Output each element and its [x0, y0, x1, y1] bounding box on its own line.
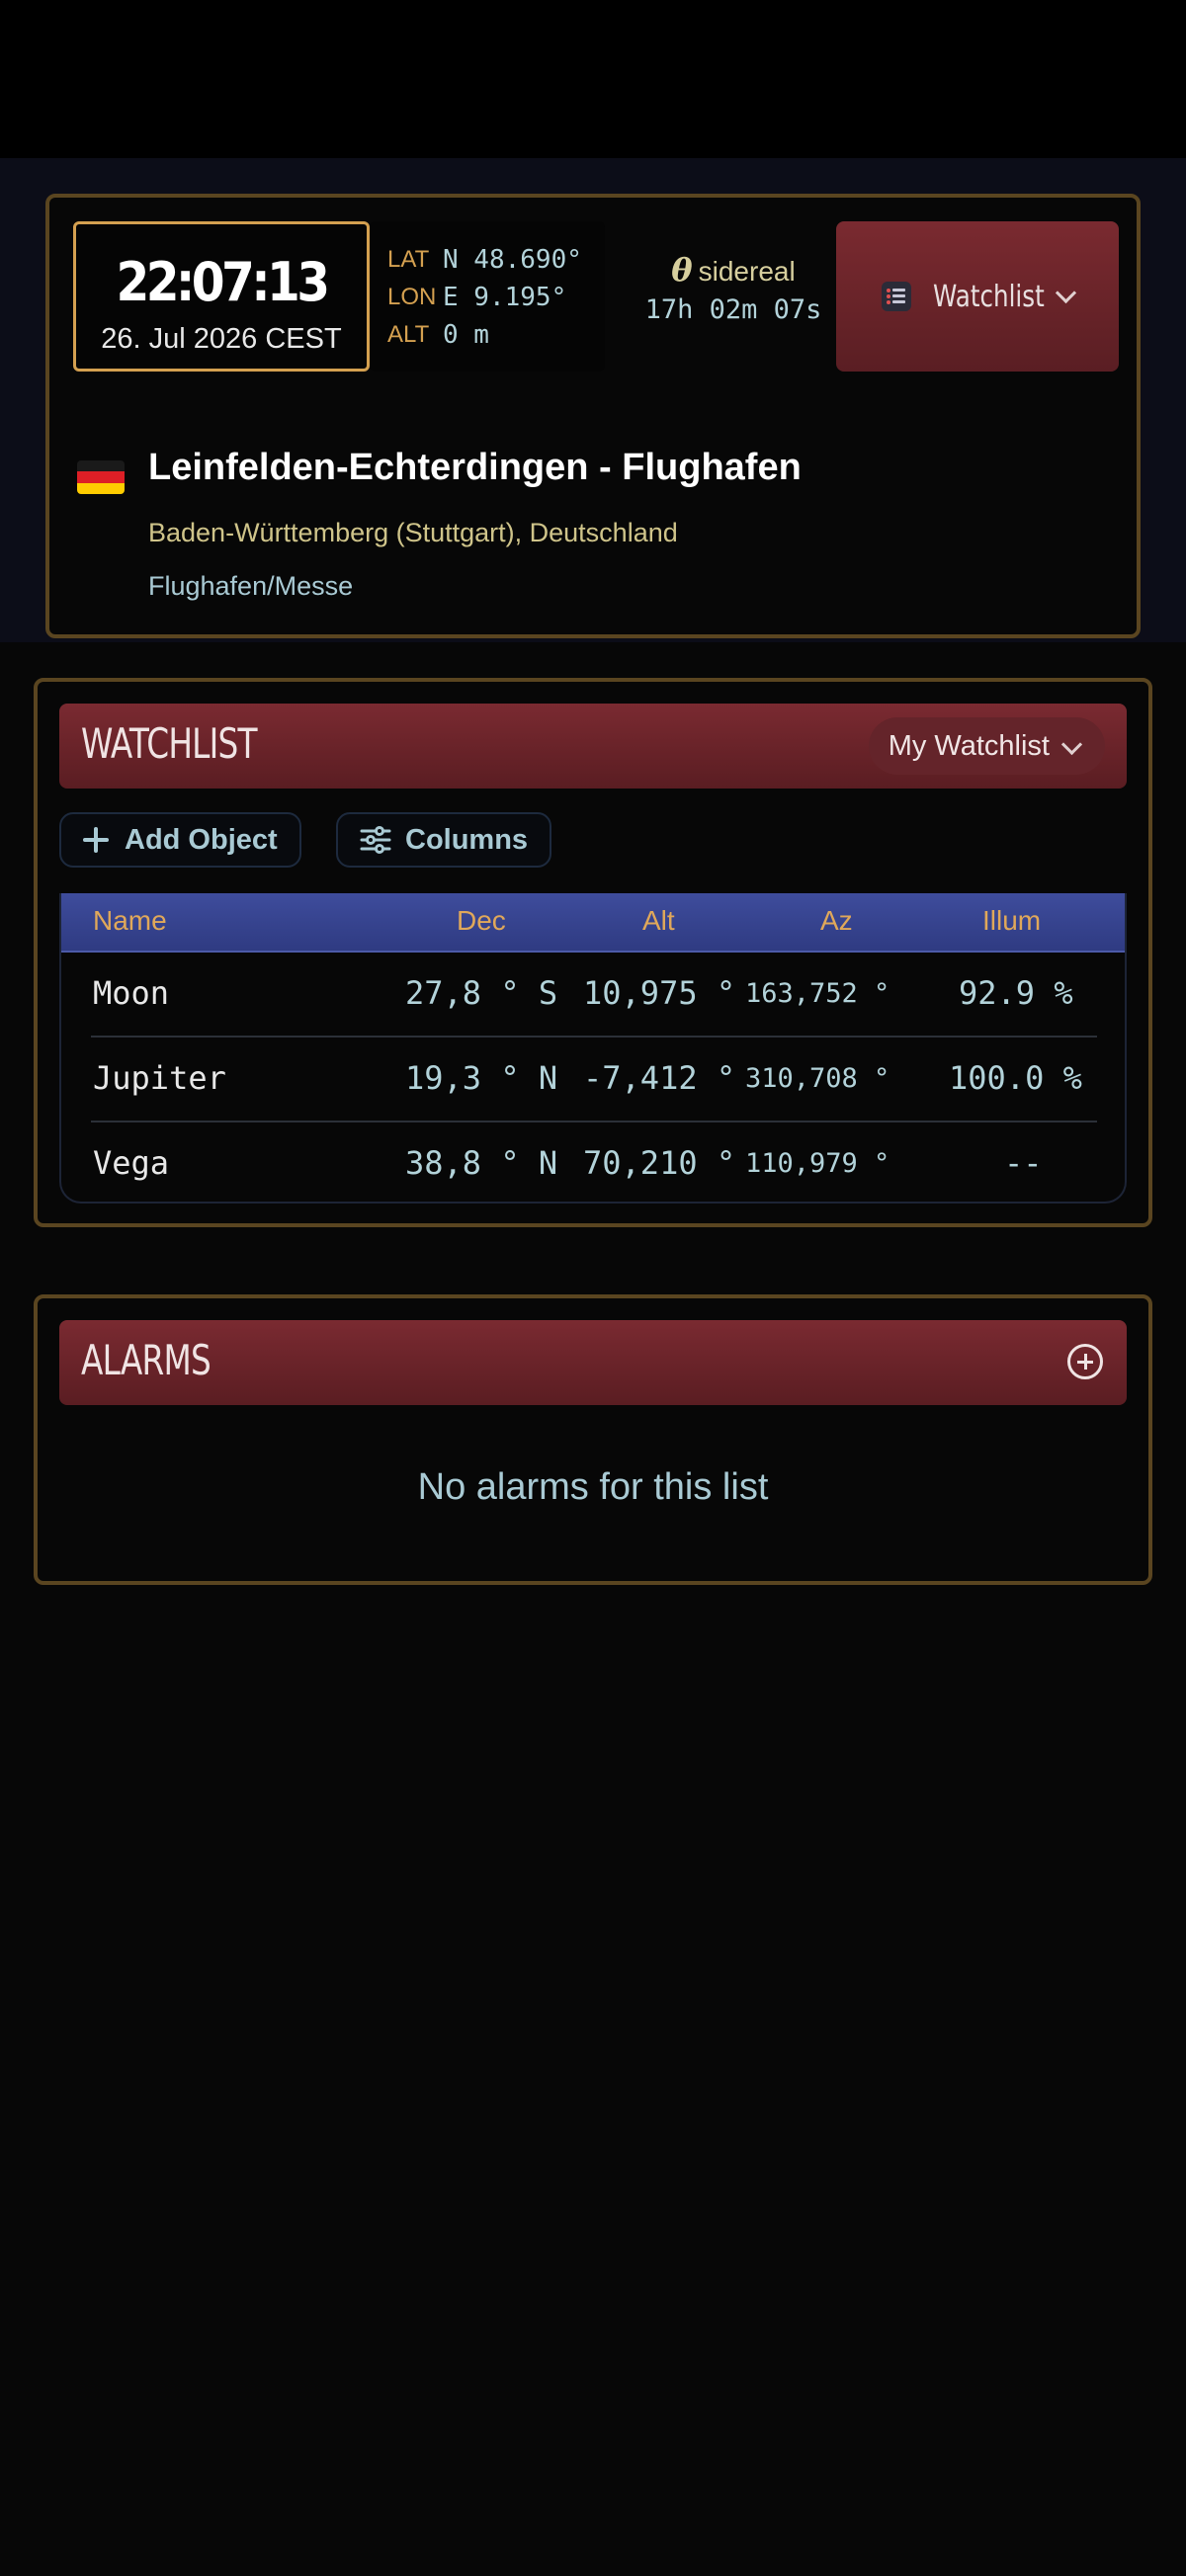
- location-title[interactable]: Leinfelden-Echterdingen - Flughafen: [148, 447, 802, 489]
- coordinates-panel[interactable]: LAT N 48.690° LON E 9.195° ALT 0 m: [370, 221, 605, 372]
- column-header-illum[interactable]: Illum: [982, 905, 1041, 937]
- cell-az: 310,708 °: [745, 1063, 890, 1094]
- coord-label: LON: [387, 284, 437, 310]
- status-bar-area: [0, 0, 1186, 158]
- watchlist-header: WATCHLIST My Watchlist: [59, 704, 1127, 789]
- watchlist-icon: [881, 282, 911, 311]
- watchlist-selector[interactable]: My Watchlist: [868, 717, 1105, 775]
- cell-illum: 92.9 %: [959, 974, 1073, 1012]
- clock-date: 26. Jul 2026 CEST: [101, 323, 342, 355]
- cell-az: 163,752 °: [745, 978, 890, 1009]
- cell-illum: --: [1004, 1144, 1043, 1182]
- cell-alt: -7,412 °: [583, 1059, 736, 1097]
- watchlist-selector-label: My Watchlist: [888, 729, 1050, 762]
- chevron-down-icon: [1056, 282, 1077, 303]
- cell-dec: 38,8 ° N: [405, 1144, 558, 1182]
- table-row[interactable]: Vega 38,8 ° N 70,210 ° 110,979 ° --: [91, 1122, 1097, 1202]
- watchlist-title: WATCHLIST: [81, 719, 258, 768]
- germany-flag-icon: [77, 460, 125, 494]
- cell-az: 110,979 °: [745, 1148, 890, 1179]
- cell-alt: 10,975 °: [583, 974, 736, 1012]
- alarms-card: ALARMS No alarms for this list: [34, 1294, 1152, 1585]
- column-header-dec[interactable]: Dec: [457, 905, 506, 937]
- cell-name: Vega: [93, 1144, 170, 1182]
- column-header-name[interactable]: Name: [93, 905, 167, 937]
- chevron-down-icon: [1060, 733, 1083, 756]
- coord-label: ALT: [387, 321, 430, 348]
- watchlist-button-label: Watchlist: [932, 279, 1045, 314]
- table-header: Name Dec Alt Az Illum: [61, 893, 1125, 953]
- location-header-card: 22:07:13 26. Jul 2026 CEST LAT N 48.690°…: [45, 194, 1141, 638]
- location-place: Flughafen/Messe: [148, 571, 354, 601]
- alarms-empty-message: No alarms for this list: [417, 1466, 769, 1508]
- coord-row-lat: LAT N 48.690°: [370, 241, 605, 279]
- clock-display[interactable]: 22:07:13 26. Jul 2026 CEST: [73, 221, 370, 372]
- coord-label: LAT: [387, 246, 430, 273]
- alarms-title: ALARMS: [81, 1336, 212, 1384]
- cell-dec: 27,8 ° S: [405, 974, 558, 1012]
- clock-time: 22:07:13: [116, 251, 331, 313]
- location-region: Baden-Württemberg (Stuttgart), Deutschla…: [148, 518, 678, 547]
- add-alarm-icon[interactable]: [1067, 1344, 1103, 1379]
- watchlist-menu-button[interactable]: Watchlist: [836, 221, 1119, 372]
- cell-dec: 19,3 ° N: [405, 1059, 558, 1097]
- cell-name: Jupiter: [93, 1059, 226, 1097]
- sidereal-label: sidereal: [698, 256, 796, 287]
- plus-icon: [83, 827, 109, 853]
- sliders-icon: [360, 826, 391, 854]
- sidereal-time: θ sidereal 17h 02m 07s: [625, 221, 842, 372]
- cell-illum: 100.0 %: [949, 1059, 1082, 1097]
- sidereal-value: 17h 02m 07s: [644, 294, 822, 325]
- coord-value: N 48.690°: [443, 245, 582, 275]
- watchlist-table: Name Dec Alt Az Illum Moon 27,8 ° S 10,9…: [59, 893, 1127, 1204]
- alarms-header: ALARMS: [59, 1320, 1127, 1405]
- cell-name: Moon: [93, 974, 170, 1012]
- add-object-button[interactable]: Add Object: [59, 812, 301, 868]
- columns-button[interactable]: Columns: [336, 812, 552, 868]
- column-header-az[interactable]: Az: [820, 905, 853, 937]
- sidereal-title: θ sidereal: [625, 251, 842, 289]
- cell-alt: 70,210 °: [583, 1144, 736, 1182]
- coord-value: 0 m: [443, 320, 489, 350]
- column-header-alt[interactable]: Alt: [642, 905, 675, 937]
- coord-row-lon: LON E 9.195°: [370, 279, 605, 316]
- watchlist-card: WATCHLIST My Watchlist Add Object Column…: [34, 678, 1152, 1227]
- columns-label: Columns: [405, 823, 529, 856]
- table-row[interactable]: Moon 27,8 ° S 10,975 ° 163,752 ° 92.9 %: [91, 953, 1097, 1038]
- add-object-label: Add Object: [125, 823, 278, 856]
- coord-row-alt: ALT 0 m: [370, 316, 605, 354]
- table-row[interactable]: Jupiter 19,3 ° N -7,412 ° 310,708 ° 100.…: [91, 1038, 1097, 1122]
- coord-value: E 9.195°: [443, 283, 567, 312]
- theta-symbol: θ: [671, 251, 693, 289]
